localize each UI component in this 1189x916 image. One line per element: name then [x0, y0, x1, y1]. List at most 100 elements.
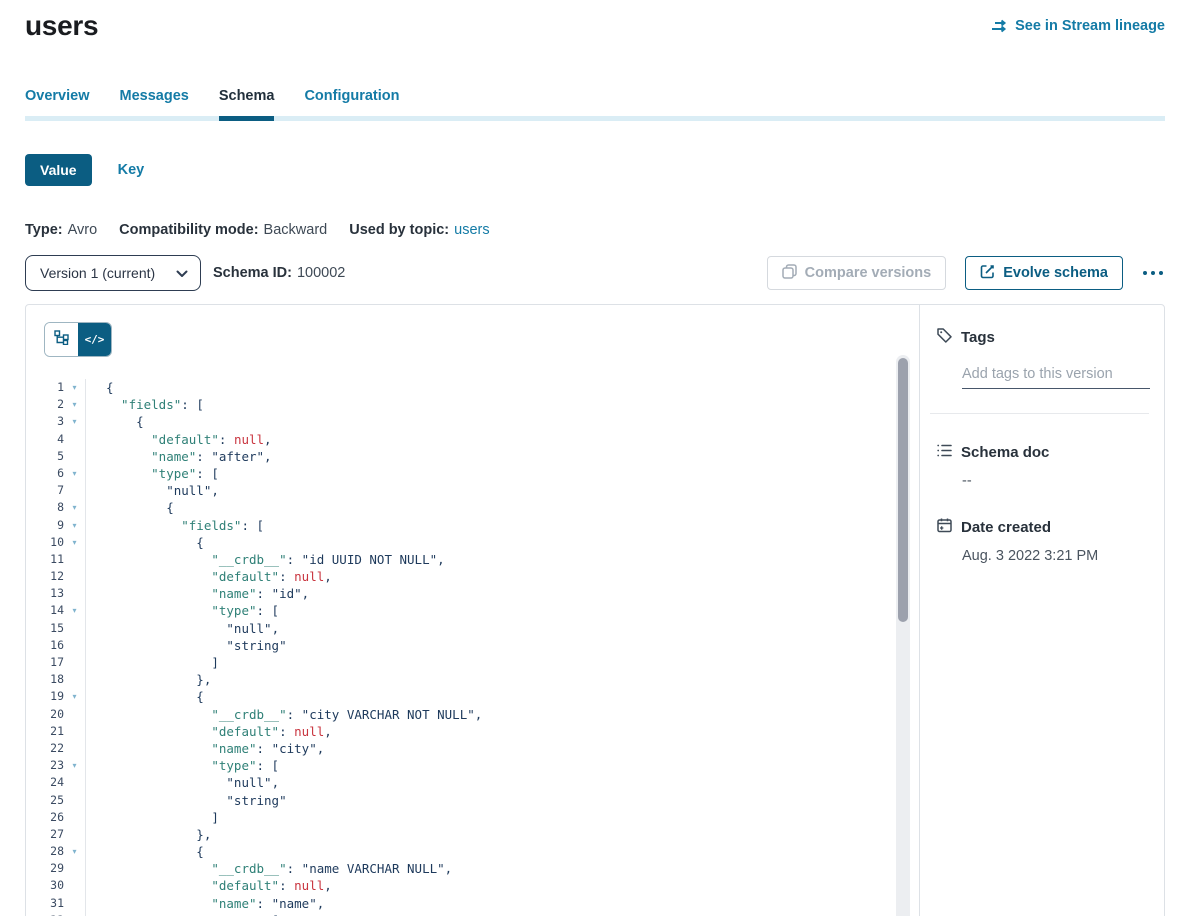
evolve-schema-button[interactable]: Evolve schema [965, 256, 1123, 290]
see-in-stream-lineage-link[interactable]: See in Stream lineage [991, 18, 1165, 34]
fold-toggle-icon [64, 551, 85, 568]
more-options-button[interactable] [1141, 265, 1165, 281]
line-number: 23 [26, 757, 64, 774]
compare-versions-icon [782, 264, 797, 283]
code-line: 17] [26, 654, 919, 671]
fold-toggle-icon[interactable]: ▾ [64, 396, 85, 413]
fold-toggle-icon[interactable]: ▾ [64, 912, 85, 916]
fold-toggle-icon [64, 568, 85, 585]
editor-scrollbar-thumb[interactable] [898, 358, 908, 622]
code-line: 12"default": null, [26, 568, 919, 585]
code-line: 14▾"type": [ [26, 602, 919, 619]
fold-toggle-icon [64, 706, 85, 723]
used-by-topic: Used by topic:users [349, 222, 489, 238]
code-text: "fields": [ [86, 396, 204, 413]
fold-toggle-icon [64, 448, 85, 465]
line-number: 28 [26, 843, 64, 860]
topic-tabs: Overview Messages Schema Configuration [25, 88, 1165, 121]
code-lines: 1▾{2▾"fields": [3▾{4"default": null,5"na… [26, 357, 919, 916]
fold-toggle-icon[interactable]: ▾ [64, 499, 85, 516]
schema-type: Type:Avro [25, 222, 97, 238]
fold-toggle-icon [64, 637, 85, 654]
code-line: 23▾"type": [ [26, 757, 919, 774]
schema-page: users See in Stream lineage Overview Mes… [0, 8, 1189, 916]
line-number: 18 [26, 671, 64, 688]
schema-doc-value: -- [962, 473, 1164, 489]
code-line: 15"null", [26, 620, 919, 637]
line-number: 25 [26, 792, 64, 809]
fold-toggle-icon[interactable]: ▾ [64, 413, 85, 430]
line-number: 13 [26, 585, 64, 602]
fold-toggle-icon [64, 895, 85, 912]
code-text: "null", [86, 620, 279, 637]
fold-toggle-icon[interactable]: ▾ [64, 517, 85, 534]
sidebar-divider [930, 413, 1149, 414]
calendar-icon [936, 517, 953, 538]
code-text: { [86, 534, 204, 551]
line-number: 32 [26, 912, 64, 916]
schema-code-pane: </> 1▾{2▾"fields": [3▾{4"default": null,… [26, 305, 919, 916]
line-number: 26 [26, 809, 64, 826]
chevron-down-icon [176, 265, 188, 281]
code-view-button[interactable]: </> [78, 323, 111, 356]
line-number: 17 [26, 654, 64, 671]
code-text: "string" [86, 792, 287, 809]
tree-view-button[interactable] [45, 323, 78, 356]
code-line: 8▾{ [26, 499, 919, 516]
line-number: 21 [26, 723, 64, 740]
line-number: 24 [26, 774, 64, 791]
code-text: "__crdb__": "city VARCHAR NOT NULL", [86, 706, 482, 723]
tab-overview[interactable]: Overview [25, 88, 90, 116]
line-number: 9 [26, 517, 64, 534]
code-text: { [86, 379, 114, 396]
fold-toggle-icon[interactable]: ▾ [64, 602, 85, 619]
code-text: "type": [ [86, 602, 279, 619]
fold-toggle-icon [64, 877, 85, 894]
tab-schema[interactable]: Schema [219, 88, 275, 116]
date-created-value: Aug. 3 2022 3:21 PM [962, 548, 1164, 564]
edit-icon [980, 264, 995, 283]
value-toggle-button[interactable]: Value [25, 154, 92, 186]
key-toggle-link[interactable]: Key [118, 162, 145, 178]
code-text: "default": null, [86, 568, 332, 585]
fold-toggle-icon[interactable]: ▾ [64, 843, 85, 860]
code-line: 30"default": null, [26, 877, 919, 894]
fold-toggle-icon [64, 482, 85, 499]
code-text: "default": null, [86, 431, 272, 448]
compatibility-mode: Compatibility mode:Backward [119, 222, 327, 238]
code-line: 16"string" [26, 637, 919, 654]
editor-scrollbar-track[interactable] [896, 355, 910, 916]
code-line: 24"null", [26, 774, 919, 791]
fold-toggle-icon[interactable]: ▾ [64, 534, 85, 551]
line-number: 16 [26, 637, 64, 654]
schema-doc-heading: Schema doc [936, 442, 1164, 463]
line-number: 19 [26, 688, 64, 705]
version-select[interactable]: Version 1 (current) [25, 255, 201, 291]
add-tags-input[interactable] [962, 364, 1150, 389]
topic-link[interactable]: users [454, 222, 489, 238]
code-text: "type": [ [86, 912, 279, 916]
compare-versions-button[interactable]: Compare versions [767, 256, 947, 290]
fold-toggle-icon [64, 654, 85, 671]
line-number: 2 [26, 396, 64, 413]
code-line: 28▾{ [26, 843, 919, 860]
tab-messages[interactable]: Messages [120, 88, 189, 116]
code-line: 19▾{ [26, 688, 919, 705]
line-number: 27 [26, 826, 64, 843]
code-text: "default": null, [86, 723, 332, 740]
code-text: "type": [ [86, 465, 219, 482]
code-line: 1▾{ [26, 379, 919, 396]
fold-toggle-icon[interactable]: ▾ [64, 379, 85, 396]
code-line: 20"__crdb__": "city VARCHAR NOT NULL", [26, 706, 919, 723]
tab-configuration[interactable]: Configuration [304, 88, 399, 116]
date-created-section: Date created Aug. 3 2022 3:21 PM [920, 517, 1164, 564]
fold-toggle-icon[interactable]: ▾ [64, 757, 85, 774]
code-text: "__crdb__": "name VARCHAR NULL", [86, 860, 452, 877]
line-number: 5 [26, 448, 64, 465]
fold-toggle-icon[interactable]: ▾ [64, 688, 85, 705]
stream-lineage-icon [991, 19, 1008, 33]
fold-toggle-icon[interactable]: ▾ [64, 465, 85, 482]
fold-toggle-icon [64, 671, 85, 688]
list-icon [936, 442, 953, 463]
schema-doc-section: Schema doc -- [920, 442, 1164, 489]
